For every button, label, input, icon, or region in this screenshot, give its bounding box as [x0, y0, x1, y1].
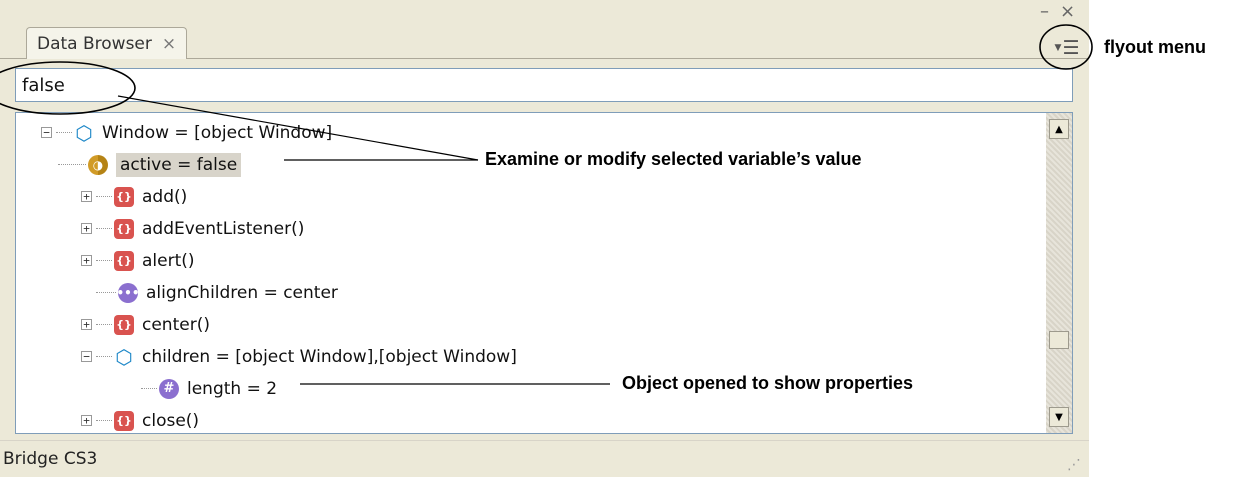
- tree-row-close[interactable]: + {} close(): [81, 405, 200, 433]
- tree-row-length[interactable]: # length = 2: [141, 373, 277, 404]
- object-icon: ⬡: [115, 344, 133, 369]
- function-icon: {}: [114, 314, 134, 335]
- collapse-icon[interactable]: −: [41, 127, 52, 138]
- minimize-icon[interactable]: –: [1040, 2, 1049, 22]
- function-icon: {}: [114, 186, 134, 207]
- tree-row-alignchildren[interactable]: ••• alignChildren = center: [96, 277, 338, 308]
- tree-row-label: children = [object Window],[object Windo…: [142, 346, 517, 367]
- close-window-icon[interactable]: ×: [1060, 2, 1075, 22]
- expand-icon[interactable]: +: [81, 191, 92, 202]
- tree-row-label: active = false: [116, 152, 242, 177]
- tab-data-browser[interactable]: Data Browser ×: [26, 27, 188, 59]
- tab-strip: Data Browser ×: [0, 22, 1089, 59]
- function-icon: {}: [114, 218, 134, 239]
- status-text: Bridge CS3: [3, 449, 98, 469]
- expand-icon[interactable]: +: [81, 223, 92, 234]
- collapse-icon[interactable]: −: [81, 351, 92, 362]
- expand-icon[interactable]: +: [81, 255, 92, 266]
- tree-row-center[interactable]: + {} center(): [81, 309, 210, 340]
- tree-row-label: alert(): [142, 250, 195, 271]
- expand-icon[interactable]: +: [81, 319, 92, 330]
- tree-row-label: addEventListener(): [142, 218, 305, 239]
- tree-row-children[interactable]: − ⬡ children = [object Window],[object W…: [81, 341, 517, 372]
- data-browser-panel: – × Data Browser × ▼☰ − ⬡ Window = [obje…: [0, 0, 1089, 477]
- value-field[interactable]: [15, 68, 1073, 102]
- tree-row-label: add(): [142, 186, 188, 207]
- tree-row-window[interactable]: − ⬡ Window = [object Window]: [41, 117, 332, 148]
- callout-object-opened: Object opened to show properties: [622, 373, 914, 393]
- tree-row-label: alignChildren = center: [146, 282, 338, 303]
- tree-row-alert[interactable]: + {} alert(): [81, 245, 195, 276]
- resize-grip-icon[interactable]: ⋰: [1067, 457, 1081, 473]
- tree-row-label: length = 2: [187, 378, 278, 399]
- status-bar: Bridge CS3 ⋰: [0, 440, 1089, 477]
- expand-icon[interactable]: +: [81, 415, 92, 426]
- tree-row-active[interactable]: ◑ active = false: [58, 149, 242, 180]
- vertical-scrollbar[interactable]: ▲ ▼: [1046, 113, 1072, 433]
- tree-row-label: center(): [142, 314, 210, 335]
- tree-row-addeventlistener[interactable]: + {} addEventListener(): [81, 213, 304, 244]
- scroll-thumb[interactable]: [1049, 331, 1069, 349]
- tab-label: Data Browser: [37, 33, 152, 54]
- scroll-down-icon[interactable]: ▼: [1049, 407, 1069, 427]
- object-icon: ⬡: [75, 120, 93, 145]
- function-icon: {}: [114, 410, 134, 431]
- scroll-up-icon[interactable]: ▲: [1049, 119, 1069, 139]
- tab-close-icon[interactable]: ×: [162, 34, 176, 54]
- callout-examine-value: Examine or modify selected variable’s va…: [485, 149, 862, 169]
- boolean-icon: ◑: [88, 154, 108, 175]
- callout-flyout-menu: flyout menu: [1104, 37, 1206, 57]
- flyout-menu-icon[interactable]: ▼ ☰: [1054, 37, 1080, 59]
- tree-row-label: close(): [142, 410, 200, 431]
- enum-icon: •••: [117, 282, 140, 303]
- tree-row-add[interactable]: + {} add(): [81, 181, 187, 212]
- function-icon: {}: [114, 250, 134, 271]
- tree-row-label: Window = [object Window]: [102, 122, 333, 143]
- number-icon: #: [159, 378, 179, 399]
